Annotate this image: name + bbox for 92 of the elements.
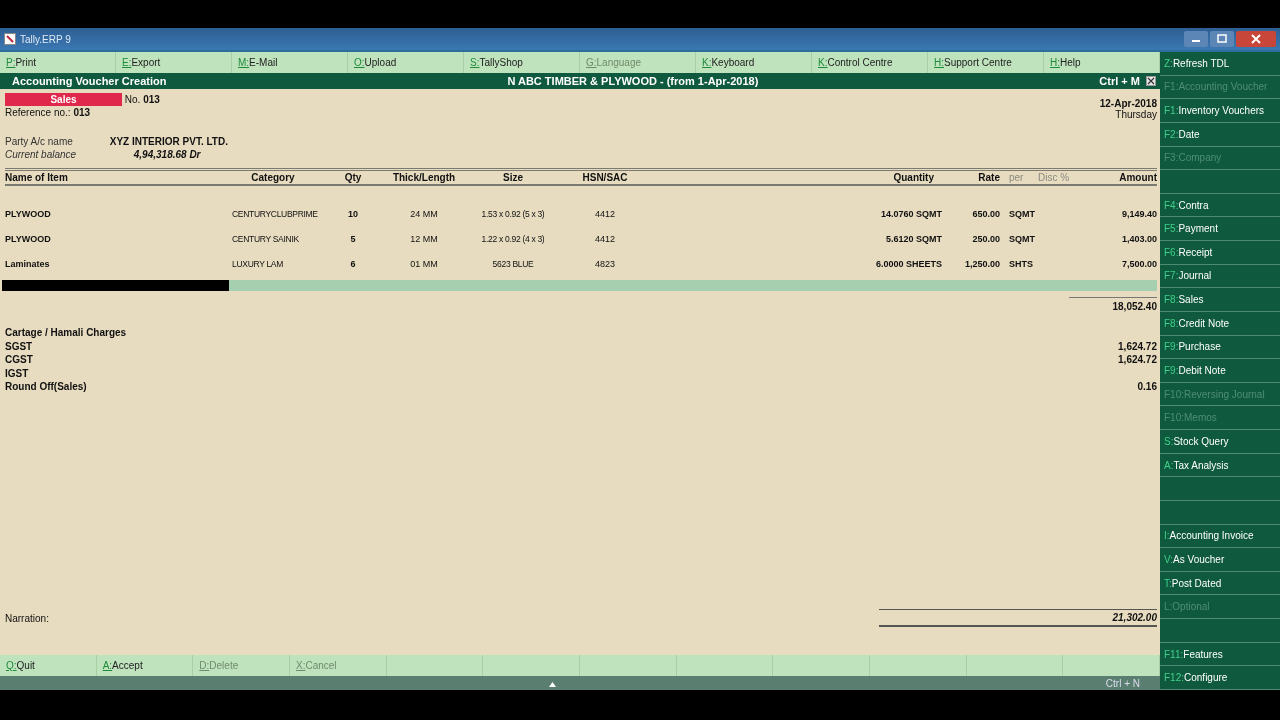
table-cell-text: 1,250.00 [963,258,1000,269]
sidebar-button[interactable]: F1:Inventory Vouchers [1160,99,1280,123]
shortcut-label: Ctrl + M [1099,75,1140,87]
voucher-day: Thursday [1099,109,1157,120]
table-cell-text: 10 [347,208,359,219]
ledger-amount: 1,624.72 [1118,354,1157,366]
sidebar-button[interactable]: F11:Features [1160,642,1280,667]
column-header: Name of Item [5,172,69,183]
app-icon [4,33,16,45]
sidebar-button[interactable]: F12:Configure [1160,666,1280,690]
sidebar-button[interactable]: T:Post Dated [1160,571,1280,596]
reference-number: 013 [73,107,91,118]
table-cell-text: CENTURYCLUBPRIME [231,208,319,219]
reference-label: Reference no.: [5,107,71,118]
table-cell-text: 650.00 [971,208,1000,219]
balance-label: Current balance [5,149,78,160]
table-cell-text: 14.0760 SQMT [879,208,942,219]
narration-label: Narration: [5,612,49,624]
company-title: N ABC TIMBER & PLYWOOD - (from 1-Apr-2018) [506,75,760,87]
voucher-date: 12-Apr-2018 [1099,98,1157,109]
table-cell-text: 9,149.40 [1120,208,1157,219]
sidebar-button[interactable]: A:Tax Analysis [1160,453,1280,478]
party-name: XYZ INTERIOR PVT. LTD. [109,136,228,147]
shortcut-label: Ctrl + N [1105,677,1140,689]
voucher-number-label: No. [124,94,141,105]
table-cell-text: 12 MM [409,233,439,244]
table-cell-text: Laminates [5,258,51,269]
close-icon[interactable] [1236,31,1276,47]
maximize-icon[interactable] [1210,31,1234,47]
table-cell-text: 24 MM [409,208,439,219]
column-header: Amount [1118,172,1157,183]
sidebar-button[interactable]: I:Accounting Invoice [1160,524,1280,549]
column-header: Rate [977,172,1000,183]
table-cell-text: 01 MM [409,258,439,269]
table-cell-text: PLYWOOD [5,233,52,244]
table-cell-text: 1.22 x 0.92 (4 x 3) [480,233,546,244]
ledger-name: IGST [5,367,29,379]
column-header: Thick/Length [391,172,457,183]
table-cell-text: SHTS [1008,258,1034,269]
window-title: Tally.ERP 9 [20,33,71,45]
ledger-amount: 1,624.72 [1118,340,1157,352]
column-header: Category [250,172,296,183]
table-cell-text: 250.00 [971,233,1000,244]
ledger-name: Round Off(Sales) [5,381,87,393]
sidebar-button[interactable]: F2:Date [1160,122,1280,147]
table-cell-text: 7,500.00 [1120,258,1157,269]
sidebar-button[interactable]: F8:Sales [1160,288,1280,312]
table-cell-text: 4412 [594,233,616,244]
table-cell-text: SQMT [1008,233,1036,244]
table-cell-text: 1.53 x 0.92 (5 x 3) [480,208,546,219]
table-cell-text: LUXURY LAM [231,258,284,269]
table-cell-text: PLYWOOD [5,208,52,219]
table-cell-text: 4823 [594,258,616,269]
column-header: Disc % [1038,172,1068,183]
sidebar-button[interactable]: F9:Debit Note [1160,359,1280,383]
table-cell-text: 1,403.00 [1120,233,1157,244]
column-header: Quantity [892,172,935,183]
table-cell-text: 4412 [594,208,616,219]
scroll-up-icon[interactable] [549,681,557,687]
minimize-icon[interactable] [1184,31,1208,47]
table-cell-text: CENTURY SAINIK [231,233,300,244]
sidebar-button[interactable]: F9:Purchase [1160,335,1280,360]
screen-title: Accounting Voucher Creation [12,75,167,87]
sidebar-button[interactable]: Z:Refresh TDL [1160,52,1280,76]
close-icon[interactable] [1146,76,1156,86]
current-balance: 4,94,318.68 Dr [132,149,201,160]
grand-total: 21,302.00 [879,609,1157,627]
column-header: HSN/SAC [581,172,629,183]
ledger-amount: 0.16 [1137,381,1157,393]
table-cell-text: 5.6120 SQMT [884,233,942,244]
voucher-type-badge: Sales [5,93,122,106]
ledger-name: CGST [5,354,33,366]
column-header: Size [502,172,524,183]
ledger-name: SGST [5,340,33,352]
table-cell-text: 6 [349,258,357,269]
sidebar-button[interactable]: S:Stock Query [1160,430,1280,454]
column-header: Qty [343,172,363,183]
sidebar-button[interactable]: F6:Receipt [1160,241,1280,265]
table-cell-text: 5623 BLUE [491,258,535,269]
sidebar-button[interactable]: F8:Credit Note [1160,311,1280,336]
sidebar-button[interactable]: F4:Contra [1160,193,1280,218]
sidebar-button[interactable]: F7:Journal [1160,264,1280,289]
sidebar-button[interactable]: V:As Voucher [1160,548,1280,572]
voucher-number: 013 [143,94,160,105]
subtotal-amount: 18,052.40 [1069,297,1157,312]
table-cell-text: SQMT [1008,208,1036,219]
column-header: per [1008,172,1025,183]
ledger-name: Cartage / Hamali Charges [5,327,127,339]
table-cell-text: 5 [349,233,357,244]
table-cell-text: 6.0000 SHEETS [874,258,942,269]
party-label: Party A/c name [5,136,74,147]
sidebar-button[interactable]: F5:Payment [1160,217,1280,242]
